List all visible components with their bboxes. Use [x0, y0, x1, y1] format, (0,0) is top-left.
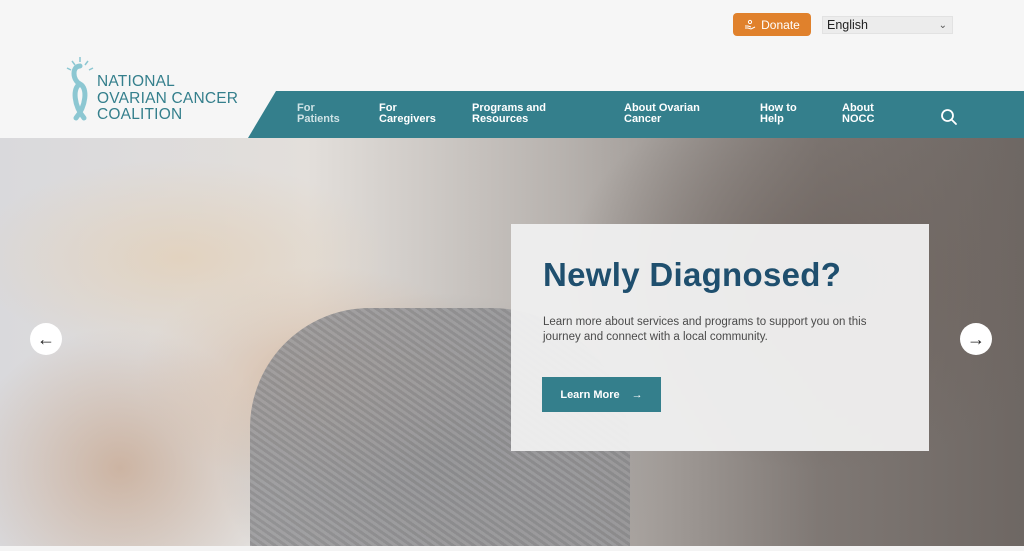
nav-label: Help — [760, 113, 784, 125]
language-selected: English — [827, 18, 868, 32]
nav-label: NOCC — [842, 113, 875, 125]
chevron-down-icon: ⌄ — [938, 19, 947, 31]
logo-line-1: NATIONAL — [97, 73, 175, 90]
nav-label: Caregivers — [379, 113, 436, 125]
nav-item-for-caregivers[interactable]: For Caregivers — [379, 103, 436, 125]
nav-item-programs-resources[interactable]: Programs and Resources — [472, 103, 546, 125]
language-select[interactable]: English ⌄ — [822, 16, 953, 34]
nav-label: Patients — [297, 113, 340, 125]
donate-label: Donate — [761, 17, 800, 32]
nav-item-how-to-help[interactable]: How to Help — [760, 103, 797, 125]
ribbon-icon — [66, 57, 94, 121]
logo-wordmark[interactable]: NATIONAL OVARIAN CANCER COALITION — [97, 73, 239, 124]
page-bottom-strip — [0, 546, 1024, 551]
hero-card: Newly Diagnosed? Learn more about servic… — [511, 224, 929, 451]
logo-line-2: OVARIAN CANCER — [97, 89, 239, 107]
learn-more-label: Learn More — [560, 388, 620, 401]
nav-item-for-patients[interactable]: For Patients — [297, 103, 340, 125]
carousel-next-button[interactable]: → — [960, 323, 992, 355]
hero-body-text: Learn more about services and programs t… — [543, 316, 867, 343]
nav-label: Resources — [472, 113, 529, 125]
arrow-right-icon: → — [631, 388, 643, 401]
hero-carousel: Newly Diagnosed? Learn more about servic… — [0, 138, 1024, 546]
learn-more-button[interactable]: Learn More → — [542, 377, 661, 412]
search-icon[interactable] — [940, 108, 958, 126]
arrow-left-icon: ← — [37, 328, 55, 349]
donate-button[interactable]: Donate — [733, 13, 811, 36]
nav-item-about-ovarian-cancer[interactable]: About Ovarian Cancer — [624, 103, 700, 125]
nav-item-about-nocc[interactable]: About NOCC — [842, 103, 874, 125]
donate-hand-icon — [745, 19, 756, 30]
nav-label: Cancer — [624, 113, 662, 125]
hero-title: Newly Diagnosed? — [543, 256, 842, 293]
carousel-prev-button[interactable]: ← — [30, 323, 62, 355]
logo-line-3: COALITION — [97, 106, 183, 123]
arrow-right-icon: → — [967, 328, 985, 349]
